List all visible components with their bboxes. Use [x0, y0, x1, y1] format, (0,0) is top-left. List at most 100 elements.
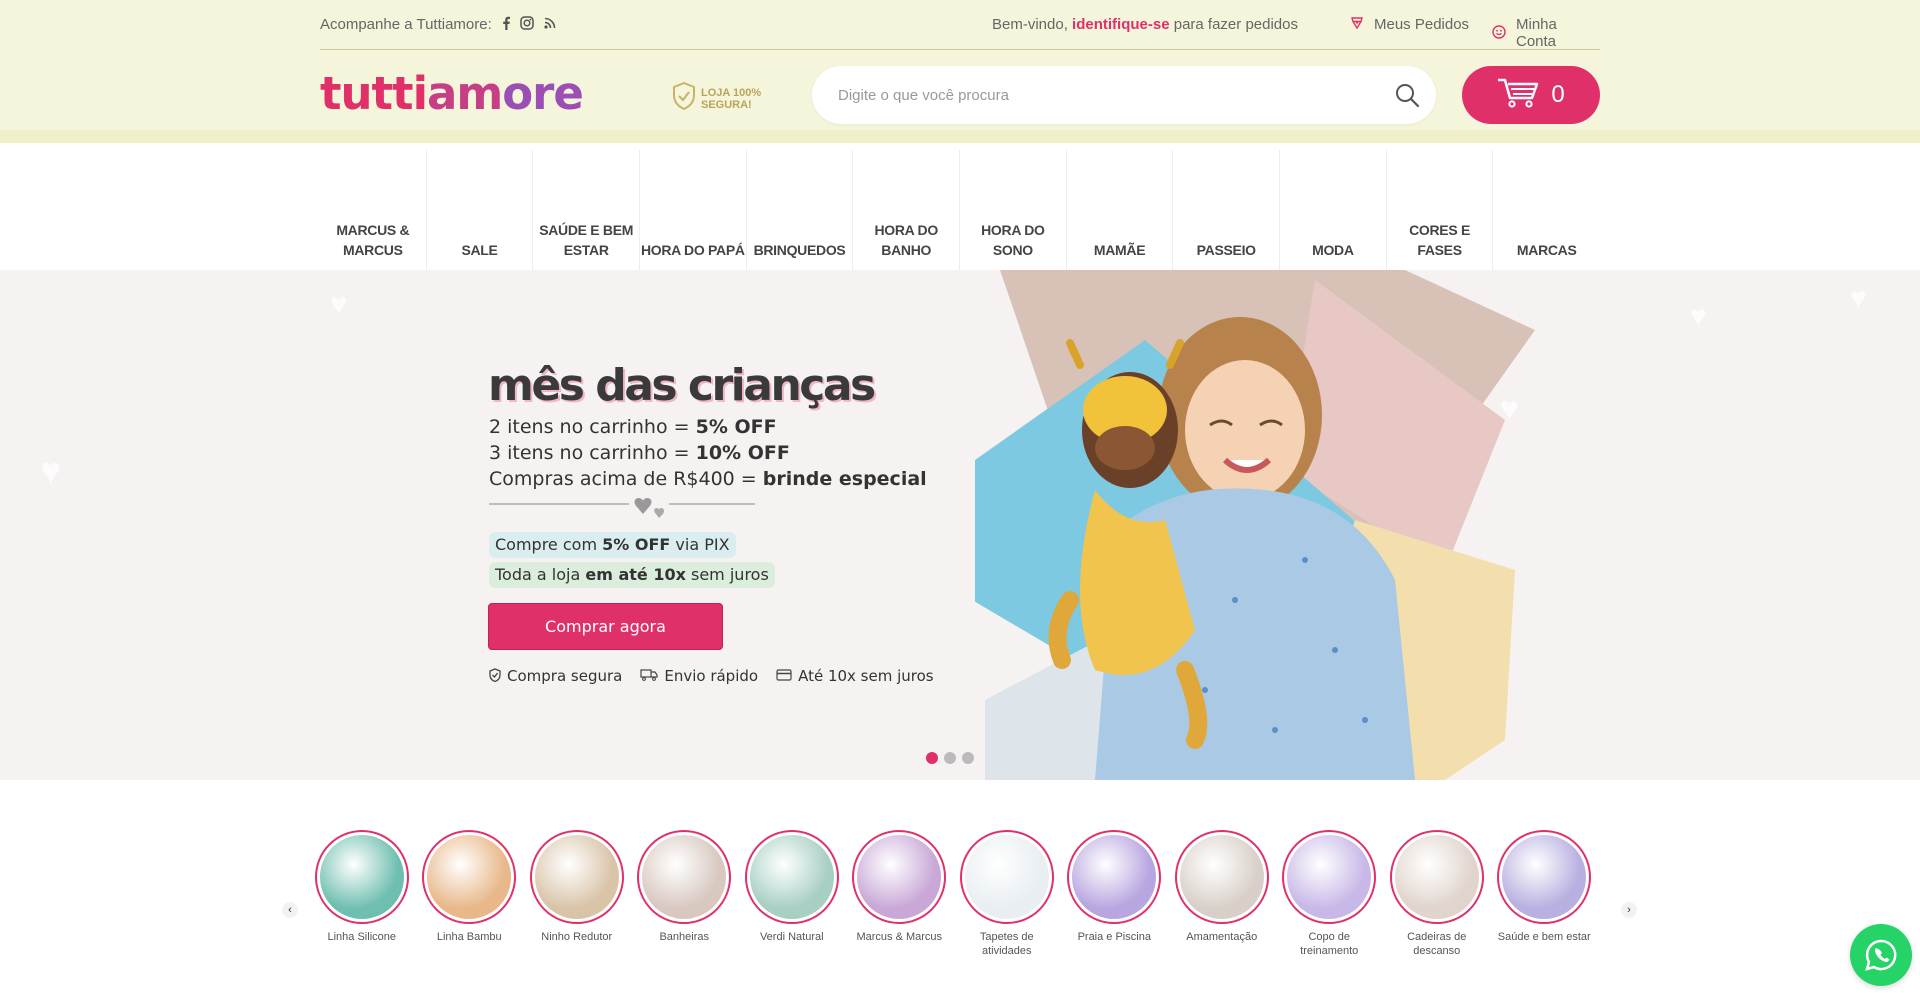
category-thumbnail	[959, 830, 1054, 924]
category-list: Linha Silicone Linha Bambu Ninho Redutor Ba…	[308, 830, 1598, 958]
login-link[interactable]: identifique-se	[1072, 16, 1170, 33]
buy-now-button[interactable]: Comprar agora	[488, 603, 723, 650]
social-follow: Acompanhe a Tuttiamore:	[320, 16, 557, 33]
promo-line-3: Compras acima de R$400 = brinde especial	[489, 468, 927, 490]
welcome-prefix: Bem-vindo,	[992, 16, 1068, 33]
carousel-dots	[926, 752, 974, 764]
smiley-icon	[1492, 24, 1506, 42]
header-strip	[0, 130, 1920, 143]
category-item[interactable]: Banheiras	[631, 830, 739, 958]
trust-badges: Compra segura Envio rápido Até 10x sem j…	[489, 667, 934, 685]
category-label: Linha Bambu	[436, 931, 502, 943]
category-thumbnail	[852, 830, 947, 924]
truck-icon	[640, 668, 658, 684]
category-image	[427, 835, 512, 919]
my-orders-link[interactable]: Meus Pedidos	[1350, 16, 1469, 33]
top-bar: Acompanhe a Tuttiamore: Bem-vindo, ident…	[320, 0, 1600, 50]
category-item[interactable]: Amamentação	[1168, 830, 1276, 958]
category-item[interactable]: Linha Bambu	[416, 830, 524, 958]
category-item[interactable]: Verdi Natural	[738, 830, 846, 958]
hero-banner[interactable]: ♥ ♥ ♥ ♥ ♥ ♥ mês das crianças 2 itens no …	[0, 270, 1920, 780]
category-item[interactable]: Copo de treinamento	[1276, 830, 1384, 958]
hero-title: mês das crianças	[488, 360, 876, 411]
promo-line-2: 3 itens no carrinho = 10% OFF	[489, 442, 790, 464]
chevron-right-icon[interactable]: ›	[1621, 902, 1637, 918]
category-item[interactable]: Ninho Redutor	[523, 830, 631, 958]
carousel-dot-1[interactable]	[926, 752, 938, 764]
category-item[interactable]: Praia e Piscina	[1061, 830, 1169, 958]
whatsapp-icon	[1865, 939, 1897, 971]
installments-tag: Toda a loja em até 10x sem juros	[489, 562, 775, 588]
nav-item-hora-do-papa[interactable]: HORA DO PAPÁ	[640, 150, 747, 270]
category-label: Saúde e bem estar	[1497, 931, 1591, 943]
category-label: Amamentação	[1186, 931, 1258, 943]
nav-item-passeio[interactable]: PASSEIO	[1173, 150, 1281, 270]
category-label: Praia e Piscina	[1077, 931, 1151, 943]
category-image	[1179, 835, 1264, 919]
category-thumbnail	[422, 830, 517, 924]
category-image	[1394, 835, 1479, 919]
nav-item-hora-do-sono[interactable]: HORA DO SONO	[960, 150, 1067, 270]
nav-item-cores-e-fases[interactable]: CORES E FASES	[1387, 150, 1494, 270]
carousel-dot-2[interactable]	[944, 752, 956, 764]
shield-check-icon	[489, 667, 501, 685]
my-account-link[interactable]: Minha Conta	[1492, 16, 1600, 50]
category-item[interactable]: Marcus & Marcus	[846, 830, 954, 958]
cart-count: 0	[1551, 81, 1565, 108]
whatsapp-button[interactable]	[1850, 924, 1912, 986]
category-image	[964, 835, 1049, 919]
category-image	[1287, 835, 1372, 919]
badge-installments: Até 10x sem juros	[776, 667, 934, 685]
category-thumbnail	[637, 830, 732, 924]
tuttiamore-logo[interactable]: tuttiamore	[320, 66, 584, 122]
shield-icon	[672, 81, 696, 115]
category-image	[642, 835, 727, 919]
blog-icon[interactable]	[543, 16, 557, 33]
chevron-left-icon[interactable]: ‹	[282, 902, 298, 918]
category-label: Cadeiras de descanso	[1407, 931, 1467, 957]
facebook-icon[interactable]	[501, 16, 511, 33]
category-item[interactable]: Cadeiras de descanso	[1383, 830, 1491, 958]
category-thumbnail	[314, 830, 409, 924]
heart-icon: ♥	[1690, 300, 1707, 331]
carousel-dot-3[interactable]	[962, 752, 974, 764]
category-image	[749, 835, 834, 919]
category-thumbnail	[744, 830, 839, 924]
pix-discount-tag: Compre com 5% OFF via PIX	[489, 532, 736, 558]
category-thumbnail	[1282, 830, 1377, 924]
badge-secure-purchase: Compra segura	[489, 667, 622, 685]
welcome-message: Bem-vindo, identifique-se para fazer ped…	[992, 16, 1298, 33]
main-nav: MARCUS & MARCUS SALE SAÚDE E BEM ESTAR H…	[0, 150, 1920, 270]
promo-line-1: 2 itens no carrinho = 5% OFF	[489, 416, 777, 438]
site-header: Acompanhe a Tuttiamore: Bem-vindo, ident…	[0, 0, 1920, 143]
nav-list: MARCUS & MARCUS SALE SAÚDE E BEM ESTAR H…	[320, 150, 1600, 270]
orders-label: Meus Pedidos	[1374, 16, 1470, 33]
nav-item-brinquedos[interactable]: BRINQUEDOS	[747, 150, 854, 270]
category-label: Copo de treinamento	[1300, 931, 1359, 957]
category-thumbnail	[1389, 830, 1484, 924]
nav-item-hora-do-banho[interactable]: HORA DO BANHO	[853, 150, 961, 270]
nav-item-marcas[interactable]: MARCAS	[1493, 150, 1600, 270]
nav-item-moda[interactable]: MODA	[1280, 150, 1387, 270]
cart-button[interactable]: 0	[1462, 66, 1600, 124]
search-input[interactable]	[838, 66, 1368, 124]
nav-item-sale[interactable]: SALE	[427, 150, 534, 270]
category-image	[534, 835, 619, 919]
nav-item-marcus-marcus[interactable]: MARCUS & MARCUS	[320, 150, 427, 270]
secure-store-badge: LOJA 100% SEGURA!	[672, 81, 761, 115]
card-icon	[776, 668, 792, 684]
instagram-icon[interactable]	[520, 16, 534, 33]
category-thumbnail	[529, 830, 624, 924]
category-image	[857, 835, 942, 919]
search-icon[interactable]	[1394, 82, 1420, 108]
nav-item-saude[interactable]: SAÚDE E BEM ESTAR	[533, 150, 641, 270]
welcome-suffix: para fazer pedidos	[1173, 16, 1298, 33]
category-label: Linha Silicone	[327, 931, 397, 943]
category-item[interactable]: Saúde e bem estar	[1491, 830, 1599, 958]
follow-label: Acompanhe a Tuttiamore:	[320, 16, 492, 33]
category-item[interactable]: Tapetes de atividades	[953, 830, 1061, 958]
heart-icon: ♥	[1850, 282, 1867, 313]
nav-item-mamae[interactable]: MAMÃE	[1067, 150, 1174, 270]
category-item[interactable]: Linha Silicone	[308, 830, 416, 958]
category-label: Banheiras	[659, 931, 710, 943]
